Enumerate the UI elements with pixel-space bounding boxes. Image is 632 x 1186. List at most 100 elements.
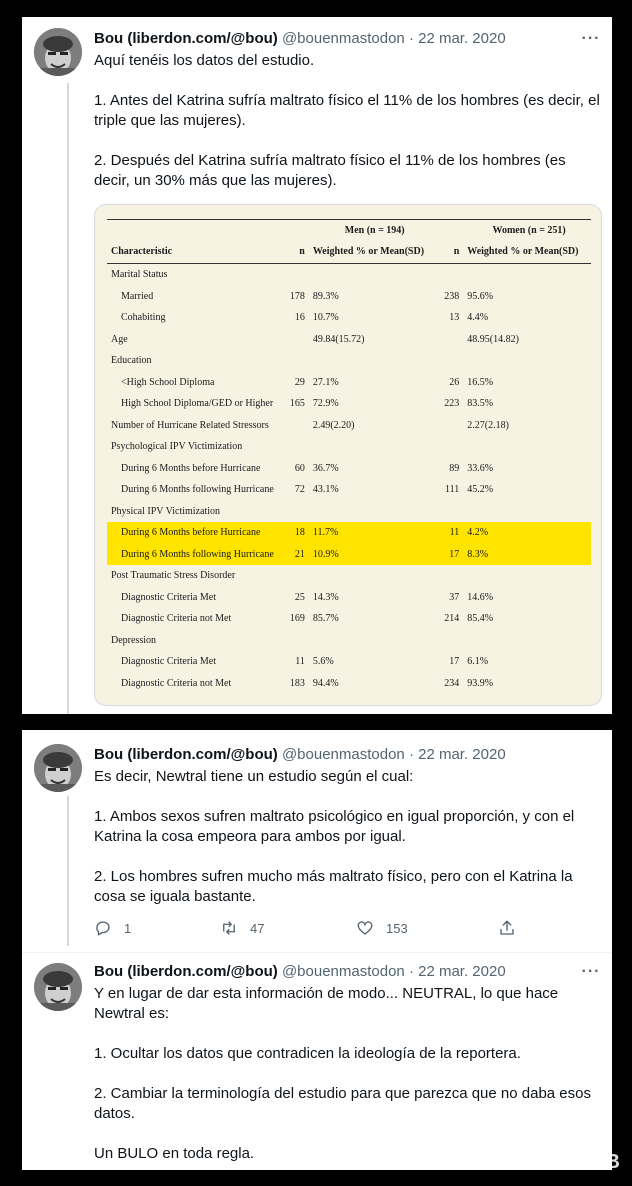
women-value-cell: 14.6% <box>467 591 494 603</box>
tweet-header: Bou (liberdon.com/@bou) @bouenmastodon ·… <box>94 745 506 765</box>
tweet-date[interactable]: 22 mar. 2020 <box>418 963 506 980</box>
retweet-button[interactable]: 47 <box>220 919 264 937</box>
women-value-cell <box>463 350 591 372</box>
row-label: Diagnostic Criteria Met <box>121 656 216 668</box>
men-n-cell: 165 <box>289 398 305 410</box>
tweet-paragraph: Es decir, Newtral tiene un estudio según… <box>94 768 414 785</box>
men-value-cell: 89.3% <box>312 290 339 302</box>
tweet-paragraph: 1. Antes del Katrina sufría maltrato fís… <box>94 92 600 129</box>
row-label: Psychological IPV Victimization <box>111 441 243 453</box>
avatar[interactable] <box>34 744 82 792</box>
avatar-image <box>34 744 82 792</box>
men-n-cell <box>285 565 309 587</box>
author-handle[interactable]: @bouenmastodon <box>282 963 405 980</box>
men-value-cell <box>309 350 437 372</box>
women-value-cell: 48.95(14.82) <box>467 333 519 345</box>
women-value-cell <box>463 565 591 587</box>
row-label: Depression <box>111 634 156 646</box>
tweet-card-1: Bou (liberdon.com/@bou) @bouenmastodon ·… <box>22 17 612 714</box>
more-options-icon[interactable]: ··· <box>580 31 602 53</box>
women-value-cell: 6.1% <box>467 656 489 668</box>
table-row: Diagnostic Criteria not Met 183 94.4% 234 93… <box>107 673 591 695</box>
women-n-cell: 17 <box>449 656 460 668</box>
more-options-icon[interactable]: ··· <box>580 964 602 986</box>
tweet-date[interactable]: 22 mar. 2020 <box>418 746 506 763</box>
women-value-cell: 8.3% <box>463 543 591 565</box>
women-n-cell: 13 <box>449 312 460 324</box>
column-header: Characteristic <box>107 240 286 264</box>
men-n-cell: 16 <box>294 312 305 324</box>
women-value-cell: 16.5% <box>467 376 494 388</box>
tweet-date[interactable]: 22 mar. 2020 <box>418 30 506 47</box>
men-n-cell: 178 <box>289 290 305 302</box>
retweet-icon <box>223 921 235 935</box>
men-n-cell <box>285 264 309 286</box>
women-n-cell: 111 <box>445 484 460 496</box>
divider <box>22 952 612 953</box>
men-value-cell: 49.84(15.72) <box>312 333 365 345</box>
women-n-cell <box>437 329 464 351</box>
table-row: High School Diploma/GED or Higher 165 72.9… <box>107 393 591 415</box>
like-button[interactable]: 153 <box>356 919 408 937</box>
tweet-paragraph: 2. Cambiar la terminología del estudio p… <box>94 1085 591 1122</box>
men-value-cell <box>309 436 437 458</box>
table-row: Psychological IPV Victimization <box>107 436 591 458</box>
women-n-cell <box>437 565 464 587</box>
avatar[interactable] <box>34 963 82 1011</box>
author-name[interactable]: Bou (liberdon.com/@bou) <box>94 746 278 763</box>
table-row: Cohabiting 16 10.7% 13 4.4% <box>107 307 591 329</box>
women-value-cell: 83.5% <box>467 398 494 410</box>
retweet-count: 47 <box>250 920 265 936</box>
women-n-cell: 234 <box>444 677 460 689</box>
women-n-cell: 223 <box>444 398 460 410</box>
men-n-cell <box>285 630 309 652</box>
tweet-text: Es decir, Newtral tiene un estudio según… <box>94 767 604 907</box>
study-table: Men (n = 194) Women (n = 251) Characteri… <box>107 219 591 694</box>
men-n-cell: 169 <box>289 613 305 625</box>
table-row: <High School Diploma 29 27.1% 26 16.5% <box>107 372 591 394</box>
men-n-cell: 183 <box>289 677 305 689</box>
women-n-cell: 89 <box>449 462 460 474</box>
tweet-paragraph: Y en lugar de dar esta información de mo… <box>94 985 559 1022</box>
tweet-paragraph: Aquí tenéis los datos del estudio. <box>94 52 315 69</box>
author-handle[interactable]: @bouenmastodon <box>282 30 405 47</box>
table-row: Education <box>107 350 591 372</box>
women-n-cell <box>437 501 464 523</box>
men-n-cell <box>285 350 309 372</box>
women-value-cell: 93.9% <box>467 677 494 689</box>
watermark: HdB <box>578 1151 620 1173</box>
tweet-header: Bou (liberdon.com/@bou) @bouenmastodon ·… <box>94 29 506 49</box>
avatar[interactable] <box>34 28 82 76</box>
column-header-row: Characteristic n Weighted % or Mean(SD) … <box>107 240 591 264</box>
study-table-image[interactable]: Men (n = 194) Women (n = 251) Characteri… <box>94 204 602 706</box>
author-name[interactable]: Bou (liberdon.com/@bou) <box>94 963 278 980</box>
women-value-cell: 4.2% <box>463 522 591 544</box>
men-value-cell: 10.7% <box>312 312 339 324</box>
men-n-cell: 21 <box>285 543 309 565</box>
row-label: <High School Diploma <box>121 376 215 388</box>
thread-connector <box>67 83 69 714</box>
men-n-cell: 60 <box>294 462 305 474</box>
tweet-header: Bou (liberdon.com/@bou) @bouenmastodon ·… <box>94 962 506 982</box>
tweet-text: Aquí tenéis los datos del estudio. 1. An… <box>94 51 604 191</box>
women-value-cell <box>463 630 591 652</box>
author-handle[interactable]: @bouenmastodon <box>282 746 405 763</box>
row-label: Education <box>111 355 152 367</box>
women-value-cell <box>463 264 591 286</box>
row-label: Diagnostic Criteria not Met <box>121 613 232 625</box>
row-label: Married <box>121 290 154 302</box>
share-icon <box>500 920 514 935</box>
women-value-cell: 95.6% <box>467 290 494 302</box>
author-name[interactable]: Bou (liberdon.com/@bou) <box>94 30 278 47</box>
table-row: Depression <box>107 630 591 652</box>
tweet-card-2: Bou (liberdon.com/@bou) @bouenmastodon ·… <box>22 730 612 1170</box>
men-n-cell <box>285 329 309 351</box>
women-n-cell <box>437 436 464 458</box>
avatar-image <box>34 963 82 1011</box>
share-button[interactable] <box>498 919 528 937</box>
men-n-cell: 18 <box>285 522 309 544</box>
men-value-cell: 85.7% <box>312 613 339 625</box>
men-value-cell: 10.9% <box>308 543 437 565</box>
reply-button[interactable]: 1 <box>94 919 131 937</box>
women-n-cell: 214 <box>444 613 460 625</box>
